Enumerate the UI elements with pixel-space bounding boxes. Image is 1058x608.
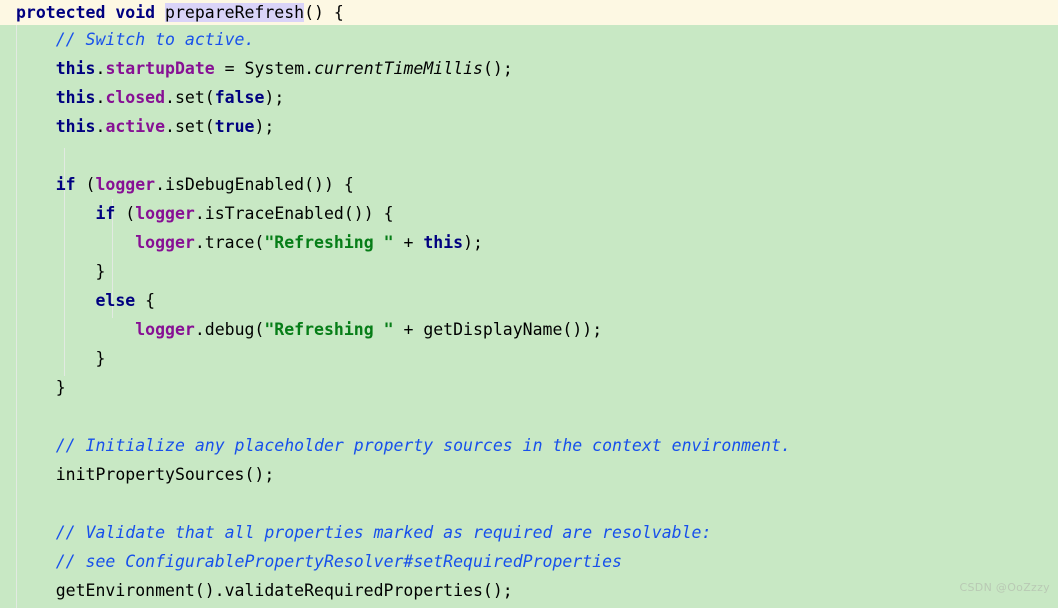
code-token: active [105,117,166,136]
code-token: . [95,117,106,136]
code-line[interactable]: // Validate that all properties marked a… [0,518,1058,547]
code-token: // Validate that all properties marked a… [55,523,712,542]
code-token: ( [115,204,136,223]
code-token: closed [105,88,166,107]
code-token: logger [135,320,195,339]
code-token: .debug( [194,320,265,339]
code-line[interactable]: // Initialize any placeholder property s… [0,431,1058,460]
code-token: ); [463,233,483,252]
code-editor[interactable]: protected void prepareRefresh() { // Swi… [0,0,1058,608]
code-line[interactable]: this.active.set(true); [0,112,1058,141]
code-token: .set( [165,88,215,107]
code-token: else [95,291,136,310]
code-line[interactable] [0,141,1058,170]
code-token: currentTimeMillis [314,59,483,78]
code-token: { [135,291,156,310]
code-token: protected [16,3,106,22]
code-token: } [16,378,66,397]
code-token: this [55,88,96,107]
code-line[interactable]: this.closed.set(false); [0,83,1058,112]
code-token: .set( [165,117,215,136]
code-line[interactable] [0,402,1058,431]
code-token: if [95,204,116,223]
code-line[interactable]: // Switch to active. [0,25,1058,54]
code-token: getEnvironment().validateRequiredPropert… [16,581,513,600]
code-line[interactable]: logger.trace("Refreshing " + this); [0,228,1058,257]
code-token: this [55,59,96,78]
code-token: if [55,175,76,194]
code-line[interactable]: protected void prepareRefresh() { [0,0,1058,25]
code-token: "Refreshing " [264,320,394,339]
code-token: ); [264,88,285,107]
code-token: .trace( [194,233,265,252]
code-token: + [393,233,424,252]
code-token: // Initialize any placeholder property s… [55,436,791,455]
code-line[interactable]: // see ConfigurablePropertyResolver#setR… [0,547,1058,576]
code-token: this [55,117,96,136]
code-line[interactable]: } [0,257,1058,286]
code-line[interactable]: if (logger.isDebugEnabled()) { [0,170,1058,199]
code-token: // Switch to active. [55,30,255,49]
code-token: this [423,233,464,252]
code-line[interactable]: else { [0,286,1058,315]
code-line[interactable]: this.startupDate = System.currentTimeMil… [0,54,1058,83]
csdn-watermark: CSDN @OoZzzy [959,581,1050,594]
code-token: . [95,59,106,78]
code-token: () { [304,3,344,22]
code-token: .isTraceEnabled()) { [194,204,394,223]
code-token: logger [95,175,156,194]
code-token: } [16,349,106,368]
code-token: ( [75,175,96,194]
code-content[interactable]: protected void prepareRefresh() { // Swi… [0,0,1058,605]
code-token: = System. [214,59,315,78]
code-token: } [16,262,106,281]
code-line[interactable]: } [0,373,1058,402]
code-line[interactable]: } [0,344,1058,373]
code-line[interactable] [0,489,1058,518]
code-token: logger [135,204,195,223]
code-token: // see ConfigurablePropertyResolver#setR… [55,552,622,571]
code-token: .isDebugEnabled()) { [155,175,354,194]
code-token: void [115,3,156,22]
code-line[interactable]: getEnvironment().validateRequiredPropert… [0,576,1058,605]
code-token: ); [254,117,275,136]
code-token: initPropertySources(); [16,465,275,484]
code-token: prepareRefresh [165,3,305,22]
code-line[interactable]: logger.debug("Refreshing " + getDisplayN… [0,315,1058,344]
code-token: logger [135,233,195,252]
code-line[interactable]: initPropertySources(); [0,460,1058,489]
code-token: . [95,88,106,107]
code-token: "Refreshing " [264,233,394,252]
code-line[interactable]: if (logger.isTraceEnabled()) { [0,199,1058,228]
code-token: + getDisplayName()); [393,320,603,339]
code-token: startupDate [105,59,215,78]
code-token: (); [482,59,513,78]
code-token: true [214,117,255,136]
code-token: false [214,88,265,107]
